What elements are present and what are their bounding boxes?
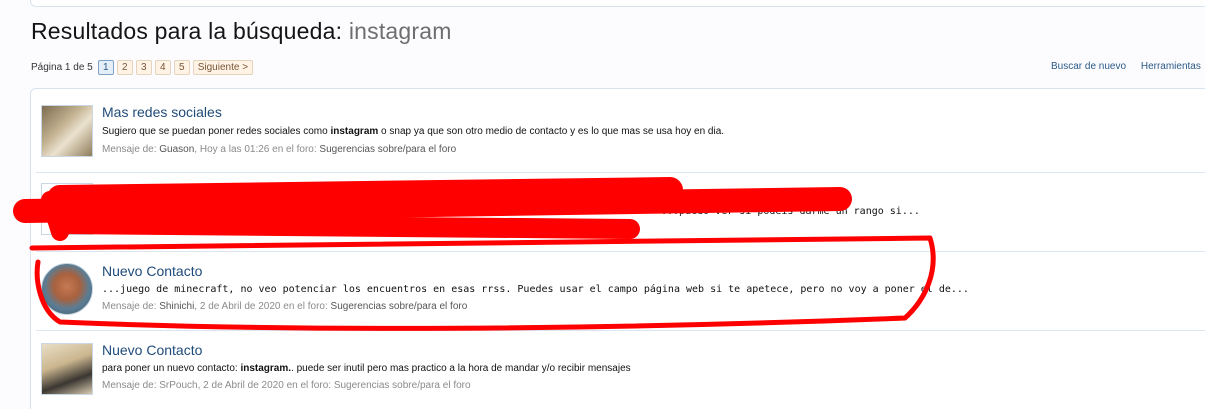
- page-1-button[interactable]: 1: [97, 60, 114, 75]
- next-page-button[interactable]: Siguiente >: [192, 60, 254, 75]
- meta-prefix: Mensaje de:: [102, 301, 157, 312]
- result-snippet: para poner un nuevo contacto: instagram.…: [102, 363, 631, 374]
- result-title[interactable]: Mas redes sociales: [102, 104, 222, 120]
- forum-prefix: en el foro:: [283, 301, 328, 312]
- result-item: Mas redes sociales Sugiero que se puedan…: [36, 94, 1205, 173]
- result-item: ...puedo ver si podeis darme un rango si…: [36, 173, 1205, 252]
- title-prefix: Resultados para la búsqueda:: [31, 18, 343, 44]
- search-query: instagram: [348, 18, 452, 44]
- post-date: Hoy a las 01:26: [199, 144, 270, 155]
- top-right-links: Buscar de nuevo Herramientas: [1051, 61, 1205, 72]
- post-date: 2 de Abril de 2020: [199, 301, 281, 312]
- page-3-button[interactable]: 3: [135, 60, 152, 75]
- pagination: Página 1 de 5 1 2 3 4 5 Siguiente >: [31, 59, 254, 76]
- avatar[interactable]: [41, 183, 93, 235]
- result-snippet: Sugiero que se puedan poner redes social…: [102, 126, 724, 137]
- snippet-highlight: instagram.: [240, 363, 292, 374]
- snippet-text: para poner un nuevo contacto:: [102, 363, 241, 374]
- page-2-button[interactable]: 2: [116, 60, 133, 75]
- snippet-text: Sugiero que se puedan poner redes social…: [102, 126, 331, 137]
- page-title: Resultados para la búsqueda: instagram: [31, 18, 452, 45]
- author-link[interactable]: Guason: [159, 144, 194, 155]
- forum-prefix: en el foro:: [272, 144, 317, 155]
- page-count-label: Página 1 de 5: [31, 62, 93, 73]
- snippet-text: . puede ser inutil pero mas practico a l…: [291, 363, 631, 374]
- page-4-button[interactable]: 4: [154, 60, 171, 75]
- page-5-button[interactable]: 5: [173, 60, 190, 75]
- result-meta: Mensaje de: Guason, Hoy a las 01:26 en e…: [102, 144, 457, 155]
- meta-prefix: Mensaje de:: [102, 144, 157, 155]
- result-meta: Mensaje de: Shinichi, 2 de Abril de 2020…: [102, 301, 468, 312]
- result-title[interactable]: Nuevo Contacto: [102, 263, 202, 279]
- author-link[interactable]: Shinichi: [159, 301, 194, 312]
- result-snippet: ...juego de minecraft, no veo potenciar …: [102, 284, 969, 295]
- forum-link[interactable]: Sugerencias sobre/para el foro: [331, 301, 468, 312]
- top-container-edge: [30, 0, 1205, 7]
- avatar[interactable]: [41, 105, 93, 157]
- avatar[interactable]: [41, 263, 93, 315]
- result-item: Nuevo Contacto para poner un nuevo conta…: [36, 331, 1205, 409]
- snippet-highlight: instagram: [330, 126, 379, 137]
- result-title[interactable]: Nuevo Contacto: [102, 342, 202, 358]
- tools-link[interactable]: Herramientas: [1141, 61, 1201, 72]
- forum-link[interactable]: Sugerencias sobre/para el foro: [319, 144, 456, 155]
- avatar[interactable]: [41, 343, 93, 395]
- result-snippet: ...puedo ver si podeis darme un rango si…: [661, 206, 920, 217]
- search-again-link[interactable]: Buscar de nuevo: [1051, 61, 1126, 72]
- result-item: Nuevo Contacto ...juego de minecraft, no…: [36, 252, 1205, 331]
- snippet-text: o snap ya que son otro medio de contacto…: [378, 126, 725, 137]
